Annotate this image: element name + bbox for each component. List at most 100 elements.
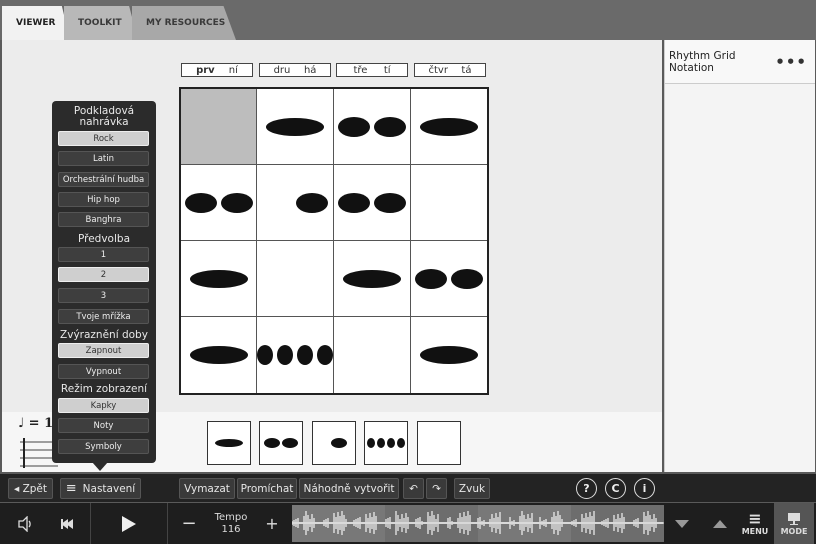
grid-cell[interactable] [410,165,487,241]
right-panel-title: Rhythm Grid Notation [669,49,736,74]
grid-cell[interactable] [411,317,487,393]
beat-label-1: prv ní [181,63,253,77]
note-drop [450,268,483,289]
palette-rest-note[interactable] [312,421,356,465]
popup-arrow [92,462,108,471]
beat-emphasis-on[interactable]: Zapnout [58,343,149,358]
mode-button[interactable]: MODE [774,503,814,544]
random-generate-button[interactable]: Náhodně vytvořit [299,478,399,499]
beat-emphasis-off[interactable]: Vypnout [58,364,149,379]
backing-track-banghra[interactable]: Banghra [58,212,149,227]
grid-cell[interactable] [181,317,258,393]
back-button[interactable]: ◂ Zpět [8,478,53,499]
palette-four-notes[interactable] [364,421,408,465]
grid-cell[interactable] [410,89,487,165]
grid-cell[interactable] [181,241,258,317]
up-arrow-icon[interactable] [706,503,734,544]
note-drop [220,192,253,213]
backing-track-hiphop[interactable]: Hip hop [58,192,149,207]
grid-cell[interactable] [410,241,487,317]
backing-track-latin[interactable]: Latin [58,151,149,166]
note-drop [414,268,447,289]
tempo-value: 116 [221,523,241,535]
note-drop [297,345,314,365]
palette-empty[interactable] [417,421,461,465]
note-drop [296,192,329,213]
info-icon[interactable]: i [634,478,655,499]
display-mode-drops[interactable]: Kapky [58,398,149,413]
beat-label-3: tře tí [336,63,408,77]
beat-syllable: tře [353,64,368,76]
display-mode-title: Režim zobrazení [60,383,148,395]
settings-label: Nastavení [82,482,136,495]
menu-label: MENU [741,526,769,536]
volume-icon[interactable] [6,503,46,544]
display-mode-notes[interactable]: Noty [58,418,149,433]
help-icon[interactable]: ? [576,478,597,499]
beat-syllable: čtvr [428,64,448,76]
note-drop [419,117,478,136]
tab-toolkit[interactable]: TOOLKIT [64,6,138,40]
note-drop [189,346,248,364]
grid-cell[interactable] [257,317,335,393]
waveform-graphic [292,505,664,542]
preset-1[interactable]: 1 [58,247,149,262]
display-mode-symbols[interactable]: Symboly [58,439,149,454]
preset-your-grid[interactable]: Tvoje mřížka [58,309,149,324]
preset-2[interactable]: 2 [58,267,149,282]
preset-title: Předvolba [77,233,130,245]
mode-label: MODE [780,526,808,536]
clear-button[interactable]: Vymazat [179,478,235,499]
tab-my-resources[interactable]: MY RESOURCES [132,6,236,40]
note-drop [317,345,334,365]
down-arrow-icon[interactable] [668,503,696,544]
note-drop [337,192,370,213]
right-panel: Rhythm Grid Notation ••• [664,40,815,472]
rhythm-grid [179,87,489,395]
palette-two-notes[interactable] [259,421,303,465]
undo-icon[interactable]: ↶ [403,478,424,499]
copyright-icon[interactable]: C [605,478,626,499]
rest-spacer [262,194,292,212]
tab-viewer[interactable]: VIEWER [2,6,70,40]
note-drop [419,346,478,364]
grid-cell[interactable] [334,89,411,165]
tab-bar: VIEWER TOOLKIT MY RESOURCES [0,0,816,40]
tempo-plus-button[interactable]: + [260,503,284,544]
grid-cell[interactable] [334,241,411,317]
sound-button[interactable]: Zvuk [454,478,490,499]
tempo-display: Tempo 116 [205,503,257,544]
beat-syllable: ní [228,64,238,76]
grid-cell[interactable] [334,165,411,241]
shuffle-button[interactable]: Promíchat [237,478,297,499]
backing-track-orchestral[interactable]: Orchestrální hudba [58,172,149,187]
grid-cell[interactable] [181,165,258,241]
hamburger-icon: ≡ [748,508,762,528]
beat-label-2: dru há [259,63,331,77]
grid-cell[interactable] [257,241,335,317]
monitor-icon [788,512,800,525]
note-drop [184,192,217,213]
more-options-icon[interactable]: ••• [775,53,807,71]
grid-cell[interactable] [181,89,258,165]
preset-3[interactable]: 3 [58,288,149,303]
settings-button[interactable]: ≡ Nastavení [60,478,141,499]
note-drop [257,345,274,365]
note-drop [277,345,294,365]
bottom-toolbar: ◂ Zpět ≡ Nastavení Vymazat Promíchat Náh… [0,474,816,502]
palette-long-note[interactable] [207,421,251,465]
play-icon[interactable] [90,503,168,544]
tempo-minus-button[interactable]: − [176,503,202,544]
grid-cell[interactable] [257,165,335,241]
note-drop [373,116,406,137]
note-drop [337,116,370,137]
waveform-scrubber[interactable] [292,505,664,542]
skip-back-icon[interactable] [50,503,84,544]
grid-cell[interactable] [257,89,335,165]
note-drop [342,269,401,288]
redo-icon[interactable]: ↷ [426,478,447,499]
grid-cell[interactable] [334,317,411,393]
note-drop [189,269,248,288]
menu-button[interactable]: ≡ MENU [736,503,774,544]
backing-track-rock[interactable]: Rock [58,131,149,146]
